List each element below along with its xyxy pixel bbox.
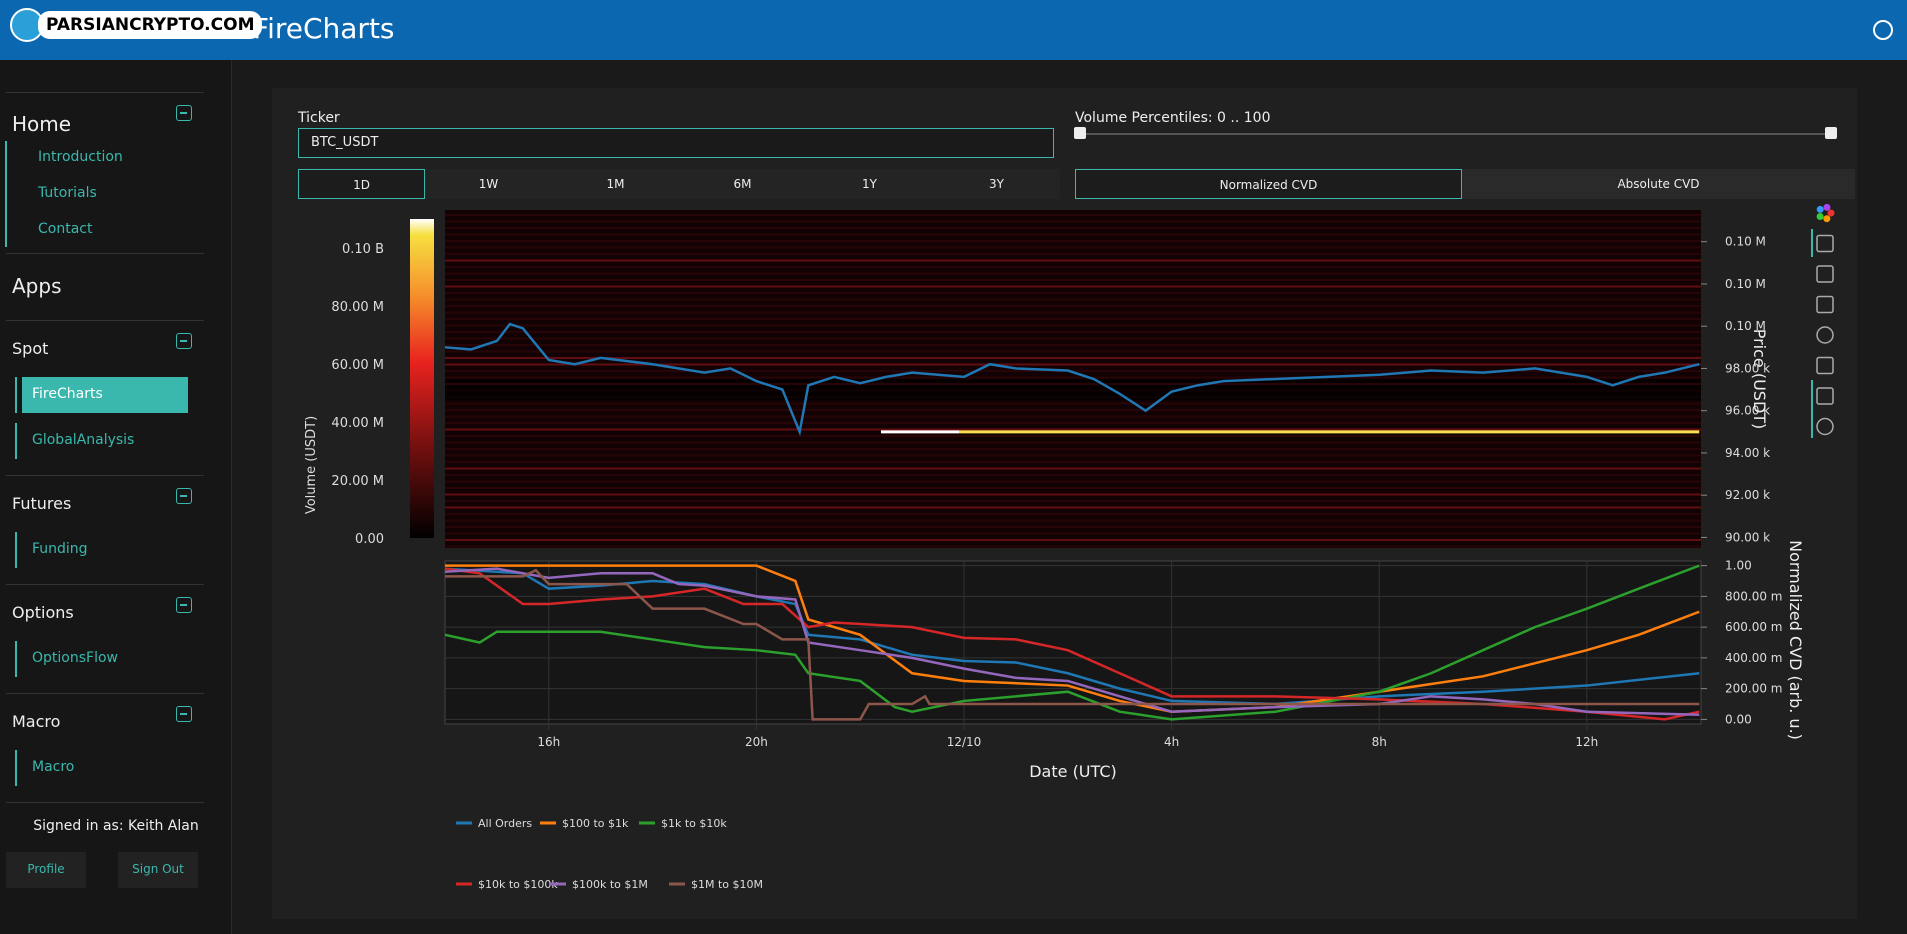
cvd-tick-label: 1.00: [1725, 559, 1752, 573]
colorbar: [410, 219, 434, 538]
x-tick-label: 12/10: [947, 735, 982, 749]
heatmap-row: [445, 441, 1701, 444]
x-tick-label: 12h: [1575, 735, 1598, 749]
heatmap-row: [445, 461, 1701, 463]
heatmap-row: [445, 513, 1701, 515]
cvd-tick-label: 400.00 m: [1725, 651, 1783, 665]
x-axis-title: Date (UTC): [1029, 762, 1117, 781]
heatmap-row: [445, 539, 1701, 541]
heatmap-row: [445, 292, 1701, 294]
price-tick-label: 94.00 k: [1725, 446, 1770, 460]
heatmap-row: [445, 467, 1701, 470]
heatmap-row: [445, 357, 1701, 359]
heatmap-row: [445, 526, 1701, 528]
colorbar-tick-label: 60.00 M: [331, 358, 384, 373]
heatmap-row: [445, 298, 1701, 301]
price-tick-label: 90.00 k: [1725, 530, 1770, 544]
heatmap-row: [445, 454, 1701, 457]
colorbar-tick-label: 0.10 B: [342, 242, 384, 257]
heatmap-row: [445, 487, 1701, 489]
hover-icon[interactable]: [1816, 387, 1834, 405]
box-zoom-icon[interactable]: [1816, 265, 1834, 283]
heatmap-row: [445, 435, 1701, 437]
heatmap-row: [445, 272, 1701, 275]
cvd-tick-label: 0.00: [1725, 712, 1752, 726]
heatmap-row: [445, 259, 1701, 262]
crosshair-icon[interactable]: [1816, 417, 1834, 436]
heatmap-row: [445, 402, 1701, 405]
colorbar-tick-label: 40.00 M: [331, 416, 384, 431]
heatmap-row: [445, 500, 1701, 502]
heatmap-row: [445, 253, 1701, 255]
heatmap-row: [445, 266, 1701, 268]
legend-label[interactable]: $100k to $1M: [572, 878, 648, 891]
heatmap-row: [445, 363, 1701, 366]
heatmap-row: [445, 545, 1701, 548]
price-tick-label: 92.00 k: [1725, 488, 1770, 502]
heatmap-row: [445, 519, 1701, 522]
colorbar-tick-label: 80.00 M: [331, 300, 384, 315]
heatmap-row: [445, 279, 1701, 281]
wheel-zoom-icon[interactable]: [1816, 295, 1834, 314]
colorbar-tick-label: 0.00: [355, 532, 384, 547]
heatmap-row: [445, 532, 1701, 535]
heatmap-row: [445, 240, 1701, 242]
heatmap-row: [445, 331, 1701, 333]
heatmap-row: [445, 285, 1701, 288]
heatmap-band: [445, 379, 1701, 401]
pan-icon[interactable]: [1816, 234, 1834, 253]
cvd-tick-label: 800.00 m: [1725, 589, 1783, 603]
heatmap-row: [445, 227, 1701, 229]
heatmap-row: [445, 324, 1701, 327]
save-icon[interactable]: [1816, 356, 1834, 375]
price-tick-label: 0.10 M: [1725, 277, 1766, 291]
cvd-plot-area[interactable]: [444, 560, 1702, 725]
heatmap-row: [445, 311, 1701, 314]
heatmap-row: [445, 428, 1701, 431]
cvd-axis-title: Normalized CVD (arb. u.): [1786, 540, 1805, 740]
heatmap-row: [445, 350, 1701, 353]
heatmap-row: [445, 305, 1701, 307]
heatmap-row: [445, 493, 1701, 496]
x-tick-label: 20h: [745, 735, 768, 749]
heatmap-row: [445, 344, 1701, 346]
cvd-tick-label: 600.00 m: [1725, 620, 1783, 634]
legend-label[interactable]: $1M to $10M: [691, 878, 763, 891]
firechart[interactable]: 90.00 k92.00 k94.00 k96.00 k98.00 k0.10 …: [0, 0, 1907, 934]
colorbar-tick-label: 20.00 M: [331, 474, 384, 489]
price-axis-title: Price (USDT): [1750, 329, 1769, 430]
heatmap-row: [445, 448, 1701, 450]
legend-label[interactable]: $10k to $100k: [478, 878, 558, 891]
heatmap-row: [445, 506, 1701, 509]
heatmap-row: [445, 220, 1701, 223]
heatmap-row: [445, 337, 1701, 340]
heatmap-row: [445, 214, 1701, 216]
heatmap-row: [445, 422, 1701, 424]
legend-label[interactable]: $100 to $1k: [562, 817, 629, 830]
heatmap-row: [445, 376, 1701, 379]
heatmap-row: [445, 415, 1701, 418]
heatmap-row: [445, 480, 1701, 483]
x-tick-label: 8h: [1372, 735, 1387, 749]
legend-label[interactable]: All Orders: [478, 817, 532, 830]
x-tick-label: 4h: [1164, 735, 1179, 749]
heatmap-row: [445, 246, 1701, 249]
heatmap-row: [445, 409, 1701, 411]
x-tick-label: 16h: [537, 735, 560, 749]
heatmap-row: [445, 233, 1701, 236]
colorbar-title: Volume (USDT): [304, 416, 319, 514]
heatmap-row: [445, 474, 1701, 476]
plotly-logo-icon[interactable]: [1816, 203, 1835, 223]
legend-label[interactable]: $1k to $10k: [661, 817, 727, 830]
reset-icon[interactable]: [1816, 326, 1834, 344]
cvd-tick-label: 200.00 m: [1725, 682, 1783, 696]
price-tick-label: 0.10 M: [1725, 235, 1766, 249]
heatmap-row: [445, 318, 1701, 320]
